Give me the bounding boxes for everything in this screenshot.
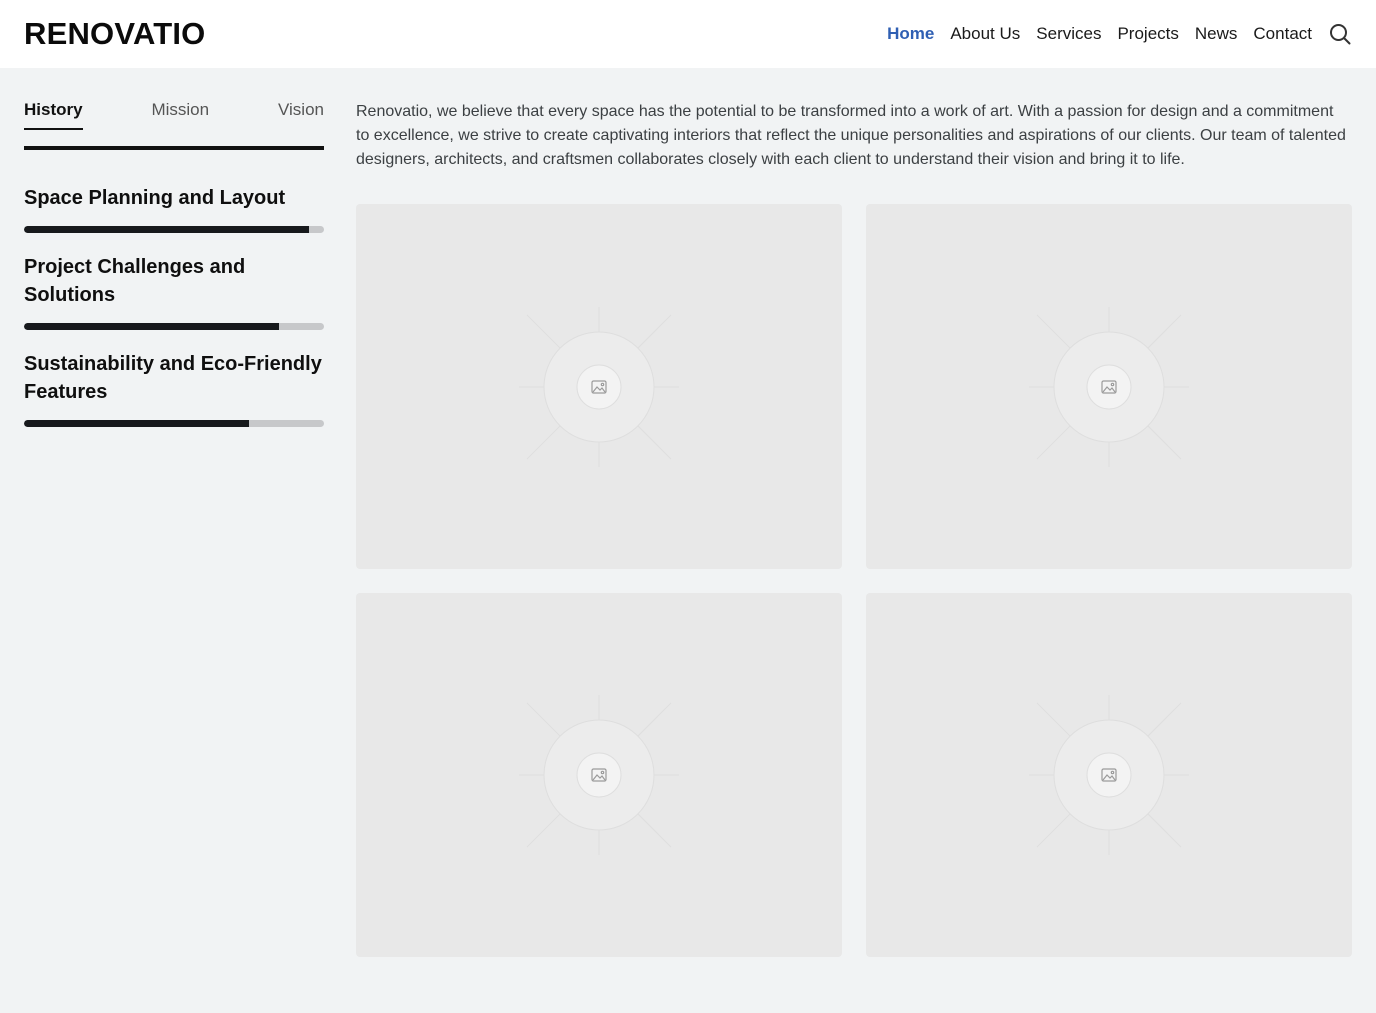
progress-bar — [24, 226, 324, 233]
nav-services[interactable]: Services — [1036, 24, 1101, 44]
progress-fill — [24, 226, 309, 233]
topic-title[interactable]: Space Planning and Layout — [24, 184, 324, 212]
sidebar: History Mission Vision Space Planning an… — [24, 100, 324, 957]
nav-projects[interactable]: Projects — [1117, 24, 1178, 44]
image-placeholder-icon — [519, 695, 679, 855]
progress-bar — [24, 420, 324, 427]
topic-title[interactable]: Project Challenges and Solutions — [24, 253, 324, 309]
image-placeholder[interactable] — [866, 204, 1352, 569]
progress-bar — [24, 323, 324, 330]
brand-logo[interactable]: RENOVATIO — [24, 16, 206, 52]
nav-news[interactable]: News — [1195, 24, 1238, 44]
topic-title[interactable]: Sustainability and Eco-Friendly Features — [24, 350, 324, 406]
image-placeholder-icon — [1029, 306, 1189, 467]
image-placeholder[interactable] — [866, 593, 1352, 957]
image-grid — [356, 204, 1352, 957]
main-area: Renovatio, we believe that every space h… — [356, 100, 1352, 957]
tab-history[interactable]: History — [24, 100, 83, 130]
progress-fill — [24, 420, 249, 427]
search-icon — [1330, 24, 1351, 45]
image-placeholder-icon — [519, 306, 679, 467]
image-placeholder[interactable] — [356, 593, 842, 957]
tab-bar: History Mission Vision — [24, 100, 324, 150]
page-content: History Mission Vision Space Planning an… — [0, 68, 1376, 957]
topic-item: Space Planning and Layout — [24, 184, 324, 233]
topic-item: Project Challenges and Solutions — [24, 253, 324, 330]
topic-list: Space Planning and Layout Project Challe… — [24, 184, 324, 427]
intro-text: Renovatio, we believe that every space h… — [356, 103, 1346, 168]
topic-item: Sustainability and Eco-Friendly Features — [24, 350, 324, 427]
nav-contact[interactable]: Contact — [1253, 24, 1312, 44]
nav-home[interactable]: Home — [887, 24, 934, 44]
search-button[interactable] — [1328, 22, 1352, 46]
main-nav: Home About Us Services Projects News Con… — [871, 22, 1352, 46]
nav-about-us[interactable]: About Us — [950, 24, 1020, 44]
image-placeholder-icon — [1029, 695, 1189, 855]
tab-mission[interactable]: Mission — [151, 100, 209, 130]
site-header: RENOVATIO Home About Us Services Project… — [0, 0, 1376, 68]
progress-fill — [24, 323, 279, 330]
tab-vision[interactable]: Vision — [278, 100, 324, 130]
image-placeholder[interactable] — [356, 204, 842, 569]
